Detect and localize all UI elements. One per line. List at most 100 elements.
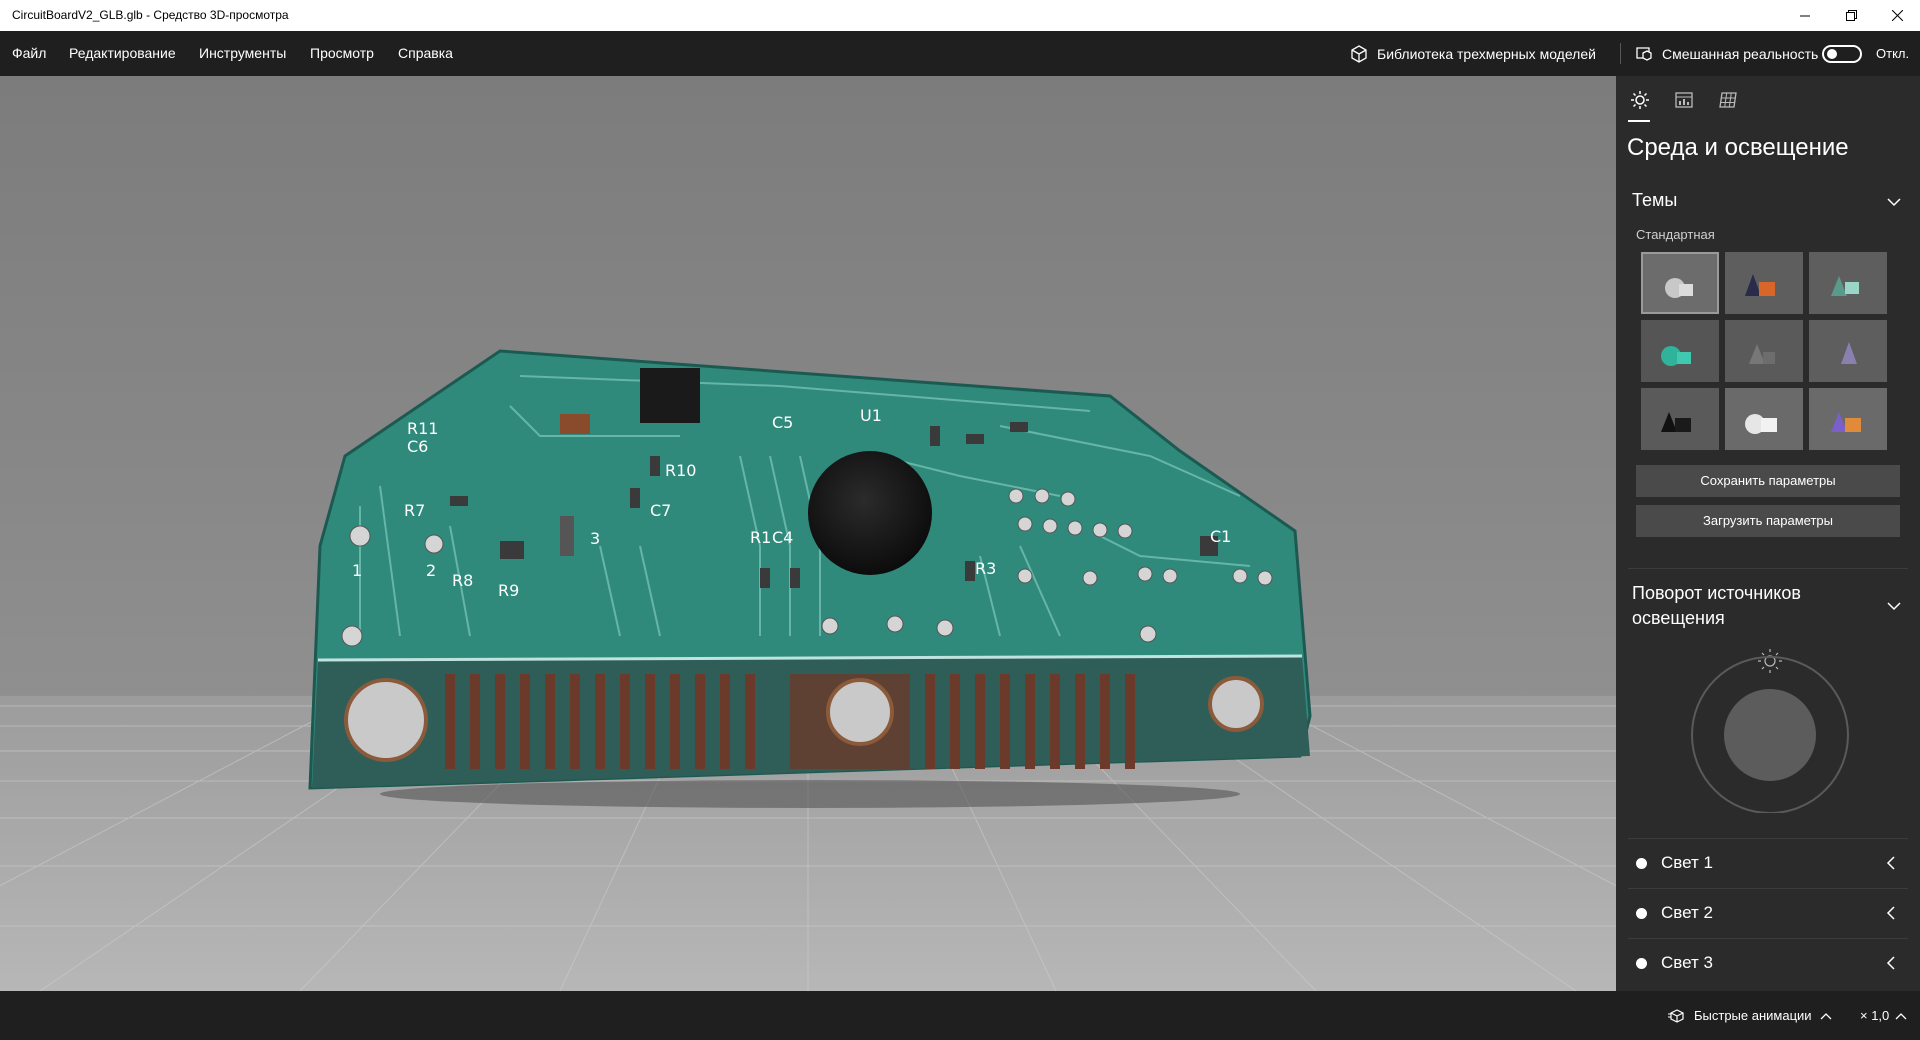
mixed-reality-button[interactable]: Смешанная реальность xyxy=(1634,31,1818,76)
active-tab-indicator xyxy=(1628,120,1650,122)
light-rotation-dial[interactable] xyxy=(1688,641,1852,813)
restore-icon xyxy=(1845,10,1857,21)
scene: R11 C6 C5 U1 R10 C7 R8 R9 R3 R1 C4 R7 C1… xyxy=(0,349,1616,991)
theme-2[interactable] xyxy=(1725,252,1803,314)
light-1-color xyxy=(1636,858,1647,869)
close-icon xyxy=(1891,10,1903,21)
light-rotation-header[interactable]: Поворот источников освещения xyxy=(1632,581,1872,631)
speed-label: × 1,0 xyxy=(1860,1008,1890,1023)
silk-r10: R10 xyxy=(665,461,696,480)
theme-3[interactable] xyxy=(1809,252,1887,314)
theme-thumbnail xyxy=(1831,412,1861,432)
menu-file[interactable]: Файл xyxy=(12,31,46,76)
tab-stats[interactable] xyxy=(1670,86,1698,114)
mounting-hole xyxy=(344,678,428,762)
silk-3: 3 xyxy=(590,529,600,548)
silk-r1: R1 xyxy=(750,528,771,547)
menu-edit[interactable]: Редактирование xyxy=(69,31,176,76)
silk-r11: R11 xyxy=(407,419,438,438)
3d-library-button[interactable]: Библиотека трехмерных моделей xyxy=(1349,31,1596,76)
save-settings-button[interactable]: Сохранить параметры xyxy=(1636,465,1900,497)
theme-7[interactable] xyxy=(1641,388,1719,450)
animations-label: Быстрые анимации xyxy=(1694,1008,1812,1023)
theme-thumbnail xyxy=(1665,278,1693,298)
close-button[interactable] xyxy=(1874,0,1920,31)
tab-lighting[interactable] xyxy=(1626,86,1654,114)
menu-view[interactable]: Просмотр xyxy=(310,31,374,76)
light-3-row[interactable]: Свет 3 xyxy=(1628,938,1908,989)
menu-help[interactable]: Справка xyxy=(398,31,453,76)
menu-separator xyxy=(1620,43,1621,64)
window-title: CircuitBoardV2_GLB.glb - Средство 3D-про… xyxy=(12,8,289,22)
animations-selector[interactable]: Быстрые анимации xyxy=(1668,991,1832,1040)
3d-library-label: Библиотека трехмерных моделей xyxy=(1377,45,1596,62)
tab-grid[interactable] xyxy=(1714,86,1742,114)
toggle-state-label: Откл. xyxy=(1876,46,1910,61)
chevron-left-icon xyxy=(1886,856,1895,870)
ic-chip xyxy=(640,368,700,423)
grid-icon xyxy=(1719,92,1737,108)
silk-r3: R3 xyxy=(975,559,996,578)
menu-tools[interactable]: Инструменты xyxy=(199,31,286,76)
minimize-button[interactable] xyxy=(1782,0,1828,31)
chevron-left-icon xyxy=(1886,956,1895,970)
theme-thumbnail xyxy=(1661,346,1691,366)
silk-1: 1 xyxy=(352,561,362,580)
toggle-knob xyxy=(1827,49,1837,59)
silk-u1: U1 xyxy=(860,406,882,425)
environment-panel: Среда и освещение Темы Стандартная Сохра… xyxy=(1616,76,1920,991)
themes-header[interactable]: Темы xyxy=(1632,190,1677,211)
light-1-label: Свет 1 xyxy=(1661,853,1713,872)
chevron-left-icon xyxy=(1886,906,1895,920)
3d-viewport[interactable]: R11 C6 C5 U1 R10 C7 R8 R9 R3 R1 C4 R7 C1… xyxy=(0,76,1616,991)
chevron-down-icon[interactable] xyxy=(1886,598,1902,614)
light-2-color xyxy=(1636,908,1647,919)
epoxy-blob xyxy=(808,451,932,575)
light-2-label: Свет 2 xyxy=(1661,903,1713,922)
status-bar: Быстрые анимации × 1,0 xyxy=(0,991,1920,1040)
silk-r8: R8 xyxy=(452,571,473,590)
light-rotation-knob xyxy=(1724,689,1816,781)
panel-title: Среда и освещение xyxy=(1627,134,1849,161)
edge-contacts xyxy=(445,674,1135,769)
silk-c1: C1 xyxy=(1210,527,1231,546)
theme-8[interactable] xyxy=(1725,388,1803,450)
title-bar: CircuitBoardV2_GLB.glb - Средство 3D-про… xyxy=(0,0,1920,31)
silk-r9: R9 xyxy=(498,581,519,600)
light-2-row[interactable]: Свет 2 xyxy=(1628,888,1908,939)
animation-icon xyxy=(1668,1008,1684,1023)
theme-1[interactable] xyxy=(1641,252,1719,314)
theme-thumbnail xyxy=(1745,274,1775,296)
theme-5[interactable] xyxy=(1725,320,1803,382)
silk-c7: C7 xyxy=(650,501,671,520)
theme-6[interactable] xyxy=(1809,320,1887,382)
menu-bar: Файл Редактирование Инструменты Просмотр… xyxy=(0,31,1920,76)
sun-icon xyxy=(1758,649,1782,673)
light-1-row[interactable]: Свет 1 xyxy=(1628,838,1908,889)
silk-c4: C4 xyxy=(772,528,793,547)
theme-thumbnail xyxy=(1831,276,1859,296)
model-shadow xyxy=(380,780,1240,808)
theme-thumbnail xyxy=(1661,412,1691,432)
mixed-reality-toggle[interactable] xyxy=(1822,45,1862,63)
chevron-up-icon xyxy=(1895,1012,1907,1019)
theme-thumbnail xyxy=(1749,344,1775,364)
load-settings-button[interactable]: Загрузить параметры xyxy=(1636,505,1900,537)
theme-thumbnail xyxy=(1745,414,1777,434)
mounting-hole xyxy=(826,678,894,746)
theme-4[interactable] xyxy=(1641,320,1719,382)
chevron-down-icon[interactable] xyxy=(1886,194,1902,210)
light-3-label: Свет 3 xyxy=(1661,953,1713,972)
silk-r7: R7 xyxy=(404,501,425,520)
theme-9[interactable] xyxy=(1809,388,1887,450)
stats-icon xyxy=(1675,92,1693,108)
restore-button[interactable] xyxy=(1828,0,1874,31)
silk-2: 2 xyxy=(426,561,436,580)
silk-c5: C5 xyxy=(772,413,793,432)
speed-selector[interactable]: × 1,0 xyxy=(1860,991,1907,1040)
mixed-reality-icon xyxy=(1636,46,1652,61)
mixed-reality-label: Смешанная реальность xyxy=(1662,45,1819,62)
theme-thumbnail xyxy=(1841,342,1857,364)
section-divider xyxy=(1628,568,1908,569)
mounting-hole xyxy=(1208,676,1264,732)
